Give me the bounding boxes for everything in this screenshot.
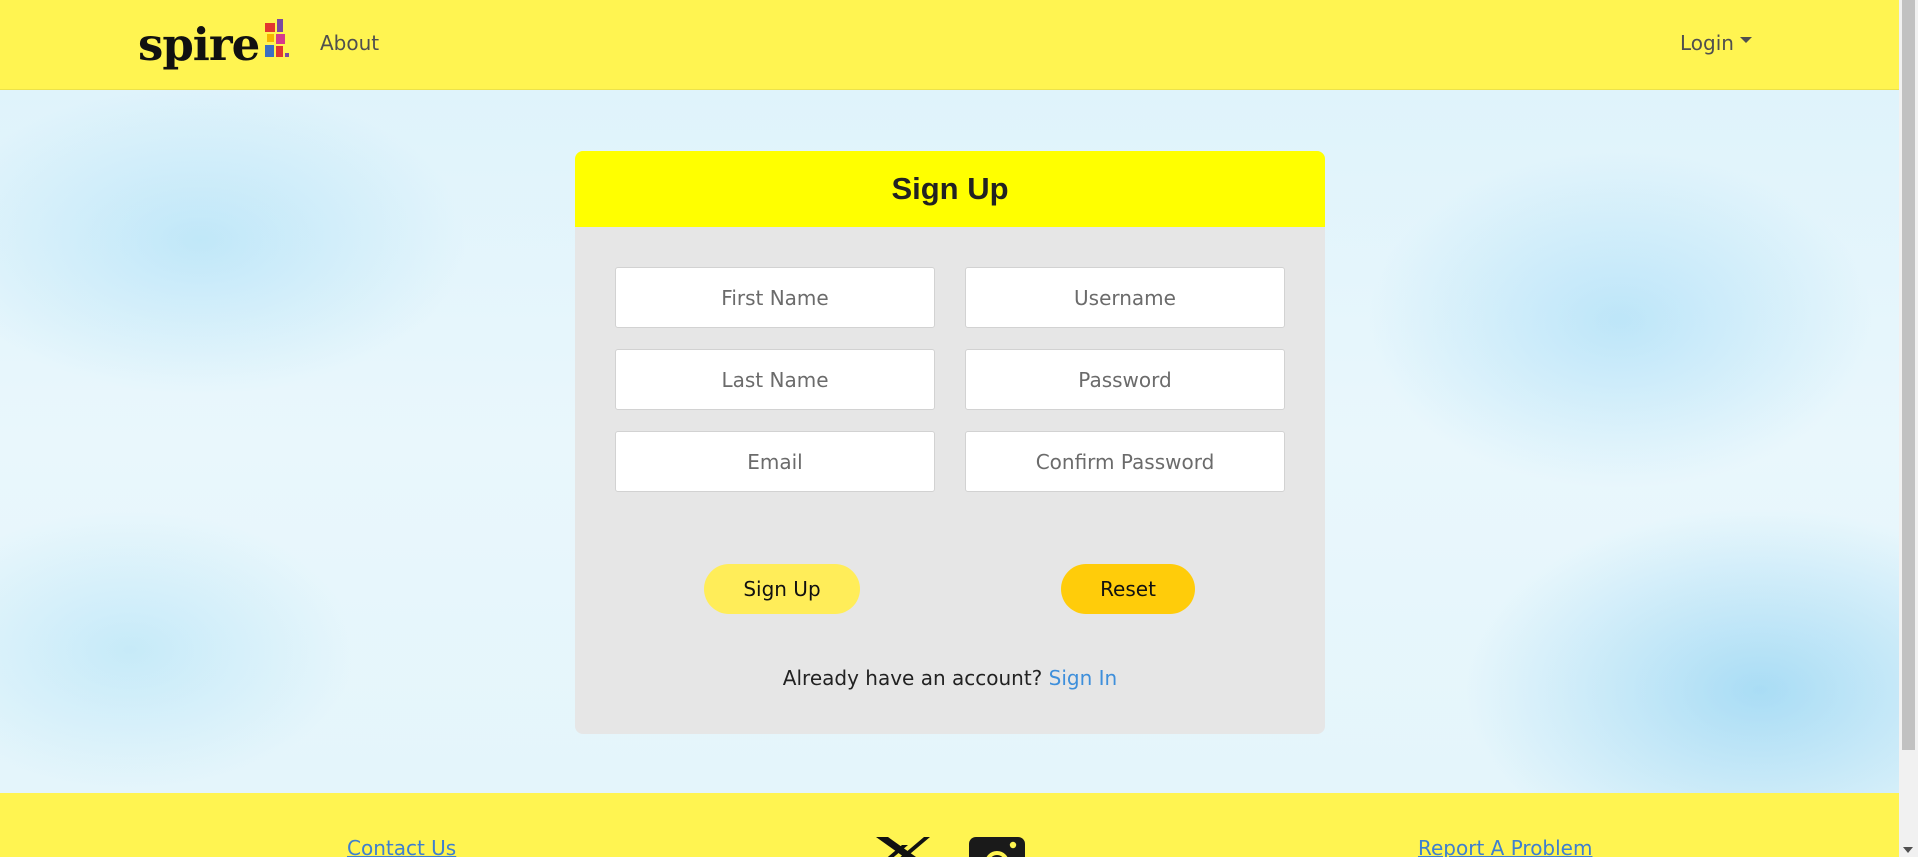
confirm-password-input[interactable] [965,431,1285,492]
password-input[interactable] [965,349,1285,410]
username-input[interactable] [965,267,1285,328]
account-prompt-line: Already have an account? Sign In [575,666,1325,690]
scrollbar-thumb[interactable] [1902,0,1915,750]
email-input[interactable] [615,431,935,492]
report-problem-link[interactable]: Report A Problem [1418,836,1592,857]
last-name-input[interactable] [615,349,935,410]
login-dropdown[interactable]: Login [1680,31,1752,55]
account-prompt-text: Already have an account? [782,666,1043,690]
first-name-input[interactable] [615,267,935,328]
x-icon[interactable] [874,837,932,857]
logo-text: spire [138,17,260,71]
login-label: Login [1680,31,1734,55]
navbar: spire About Login [0,0,1899,90]
nav-about-link[interactable]: About [320,31,379,55]
reset-button[interactable]: Reset [1061,564,1195,614]
contact-us-link[interactable]: Contact Us [347,836,456,857]
logo-mark-icon [265,19,290,57]
scroll-down-arrow-icon[interactable] [1903,847,1913,853]
card-title: Sign Up [891,171,1009,206]
page-scrollbar[interactable] [1899,0,1918,857]
instagram-icon[interactable] [969,837,1025,857]
signup-button[interactable]: Sign Up [704,564,860,614]
card-header: Sign Up [575,151,1325,227]
signin-link[interactable]: Sign In [1049,666,1118,690]
signup-card: Sign Up Sign Up Reset Already have an ac… [575,151,1325,734]
spire-logo[interactable]: spire [138,14,291,74]
caret-down-icon [1739,37,1752,43]
footer: Contact Us Report A Problem [0,793,1899,857]
